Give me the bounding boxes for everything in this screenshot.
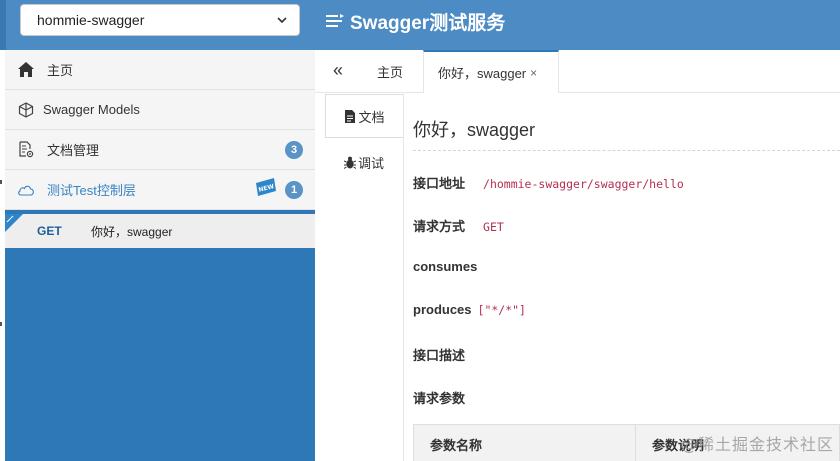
bug-icon <box>343 156 356 169</box>
sidebar-item-swagger-models[interactable]: Swagger Models <box>5 90 315 130</box>
field-value: GET <box>483 220 504 234</box>
tab-bar: « 主页 你好，swagger × <box>315 50 840 93</box>
field-label: 接口描述 <box>413 348 466 363</box>
sidebar-item-doc-manage[interactable]: 文档管理 3 <box>5 130 315 170</box>
field-value: ["*/*"] <box>477 303 526 317</box>
app-title-text: Swagger测试服务 <box>350 12 506 34</box>
close-icon[interactable]: × <box>530 66 537 80</box>
group-select[interactable]: hommie-swagger <box>20 4 300 36</box>
app-title: Swagger测试服务 <box>326 8 505 34</box>
file-icon <box>345 109 356 123</box>
sidebar-item-label: Swagger Models <box>43 102 140 117</box>
field-label: produces <box>413 302 472 317</box>
top-header: hommie-swagger Swagger测试服务 <box>0 0 840 50</box>
tab-label: 主页 <box>377 65 404 80</box>
field-description: 接口描述 <box>413 345 465 364</box>
tab-home[interactable]: 主页 <box>377 50 403 93</box>
field-method: 请求方式 GET <box>413 216 504 235</box>
field-label: 接口地址 <box>413 176 466 191</box>
api-name: 你好，swagger <box>91 224 173 239</box>
watermark: @稀土掘金技术社区 <box>680 435 834 454</box>
field-label: consumes <box>413 259 478 274</box>
field-produces: produces ["*/*"] <box>413 302 526 317</box>
tab-label: 文档 <box>358 109 385 125</box>
tab-label: 调试 <box>357 155 384 171</box>
field-value: /hommie-swagger/swagger/hello <box>483 177 684 191</box>
edge-mark <box>0 322 2 326</box>
field-label: 请求方式 <box>413 219 466 234</box>
sidebar: 主页 Swagger Models 文档管理 3 测试Test控制层 NEW 1 <box>5 50 315 461</box>
field-label: 请求参数 <box>413 391 466 406</box>
sidebar-item-test-controller[interactable]: 测试Test控制层 NEW 1 <box>5 170 315 210</box>
new-corner-icon <box>5 214 23 232</box>
http-method: GET <box>37 224 62 238</box>
menu-icon[interactable] <box>326 14 344 28</box>
field-params: 请求参数 <box>413 388 465 407</box>
title-divider <box>413 150 840 151</box>
field-consumes: consumes <box>413 259 477 274</box>
api-title: 你好，swagger <box>413 120 536 140</box>
count-badge: 3 <box>285 141 303 159</box>
api-item-hello[interactable]: GET 你好，swagger <box>5 214 315 248</box>
tabs-divider <box>403 94 404 461</box>
sidebar-item-label: 测试Test控制层 <box>47 183 136 198</box>
sidebar-item-home[interactable]: 主页 <box>5 50 315 90</box>
cube-icon <box>17 101 35 119</box>
edge-mark <box>0 180 2 184</box>
chevron-down-icon <box>277 17 287 24</box>
tab-hello[interactable]: 你好，swagger × <box>423 50 559 93</box>
header-left-strip <box>0 0 6 50</box>
tab-label: 你好，swagger <box>438 66 527 81</box>
home-icon <box>17 61 35 79</box>
sidebar-item-label: 文档管理 <box>47 143 100 158</box>
tab-debug[interactable]: 调试 <box>325 140 403 184</box>
group-select-value: hommie-swagger <box>37 12 145 28</box>
field-url: 接口地址 /hommie-swagger/swagger/hello <box>413 173 684 192</box>
sidebar-menu: 主页 Swagger Models 文档管理 3 测试Test控制层 NEW 1 <box>5 50 315 210</box>
column-header: 参数名称 <box>414 425 636 461</box>
doc-settings-icon <box>17 141 35 159</box>
new-tag-icon: NEW <box>256 178 276 196</box>
cloud-icon <box>17 181 35 199</box>
count-badge: 1 <box>285 181 303 199</box>
collapse-sidebar-button[interactable]: « <box>333 60 343 81</box>
tab-doc[interactable]: 文档 <box>325 94 403 138</box>
sidebar-item-label: 主页 <box>47 63 74 78</box>
